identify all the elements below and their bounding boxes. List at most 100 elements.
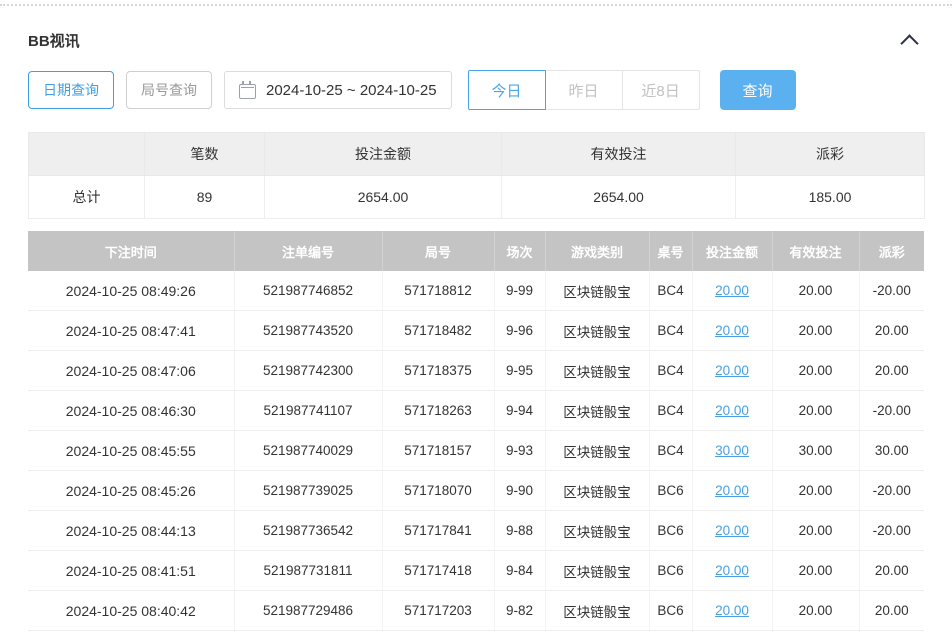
summary-header-bet-amount: 投注金额 xyxy=(265,133,502,176)
cell-session: 9-96 xyxy=(494,311,545,351)
cell-bet-time: 2024-10-25 08:49:26 xyxy=(28,271,234,311)
cell-bet-number: 521987739025 xyxy=(234,471,382,511)
collapse-chevron-icon[interactable] xyxy=(900,34,918,52)
search-button[interactable]: 查询 xyxy=(720,70,796,110)
summary-total-label: 总计 xyxy=(29,176,145,219)
cell-session: 9-88 xyxy=(494,511,545,551)
round-query-tab[interactable]: 局号查询 xyxy=(126,71,212,109)
header-valid-bet: 有效投注 xyxy=(772,231,859,271)
cell-bet-number: 521987742300 xyxy=(234,351,382,391)
cell-bet-number: 521987740029 xyxy=(234,431,382,471)
cell-bet-amount[interactable]: 20.00 xyxy=(692,351,772,391)
cell-bet-amount[interactable]: 20.00 xyxy=(692,551,772,591)
top-divider xyxy=(0,4,952,6)
table-row: 2024-10-25 08:45:26521987739025571718070… xyxy=(28,471,924,511)
cell-round-number: 571718812 xyxy=(382,271,494,311)
cell-session: 9-93 xyxy=(494,431,545,471)
summary-total-valid-bet: 2654.00 xyxy=(502,176,736,219)
bet-amount-link[interactable]: 20.00 xyxy=(715,563,749,578)
header-bet-number: 注单编号 xyxy=(234,231,382,271)
cell-bet-time: 2024-10-25 08:41:51 xyxy=(28,551,234,591)
table-row: 2024-10-25 08:47:41521987743520571718482… xyxy=(28,311,924,351)
cell-bet-amount[interactable]: 20.00 xyxy=(692,391,772,431)
cell-game-type: 区块链骰宝 xyxy=(545,591,649,631)
cell-bet-time: 2024-10-25 08:45:26 xyxy=(28,471,234,511)
cell-table-number: BC4 xyxy=(649,311,692,351)
cell-valid-bet: 20.00 xyxy=(772,311,859,351)
filter-bar: 日期查询 局号查询 2024-10-25 ~ 2024-10-25 今日 昨日 … xyxy=(28,70,924,110)
cell-session: 9-95 xyxy=(494,351,545,391)
summary-total-bet-amount: 2654.00 xyxy=(265,176,502,219)
bet-amount-link[interactable]: 30.00 xyxy=(715,443,749,458)
cell-payout: -20.00 xyxy=(859,511,924,551)
cell-round-number: 571718375 xyxy=(382,351,494,391)
cell-table-number: BC4 xyxy=(649,351,692,391)
bet-amount-link[interactable]: 20.00 xyxy=(715,283,749,298)
summary-total-row: 总计 89 2654.00 2654.00 185.00 xyxy=(29,176,925,219)
today-button[interactable]: 今日 xyxy=(468,70,546,110)
table-row: 2024-10-25 08:47:06521987742300571718375… xyxy=(28,351,924,391)
yesterday-button[interactable]: 昨日 xyxy=(545,70,623,110)
cell-bet-time: 2024-10-25 08:45:55 xyxy=(28,431,234,471)
cell-bet-amount[interactable]: 30.00 xyxy=(692,431,772,471)
bet-amount-link[interactable]: 20.00 xyxy=(715,403,749,418)
cell-bet-number: 521987746852 xyxy=(234,271,382,311)
cell-payout: 20.00 xyxy=(859,551,924,591)
header-bet-time: 下注时间 xyxy=(28,231,234,271)
records-header-row: 下注时间 注单编号 局号 场次 游戏类别 桌号 投注金额 有效投注 派彩 xyxy=(28,231,924,271)
table-row: 2024-10-25 08:41:51521987731811571717418… xyxy=(28,551,924,591)
cell-payout: 20.00 xyxy=(859,351,924,391)
cell-bet-time: 2024-10-25 08:47:06 xyxy=(28,351,234,391)
cell-round-number: 571718157 xyxy=(382,431,494,471)
bet-amount-link[interactable]: 20.00 xyxy=(715,603,749,618)
cell-bet-amount[interactable]: 20.00 xyxy=(692,511,772,551)
cell-payout: -20.00 xyxy=(859,391,924,431)
cell-valid-bet: 30.00 xyxy=(772,431,859,471)
summary-total-payout: 185.00 xyxy=(736,176,925,219)
date-query-tab[interactable]: 日期查询 xyxy=(28,71,114,109)
summary-header-payout: 派彩 xyxy=(736,133,925,176)
cell-table-number: BC4 xyxy=(649,391,692,431)
bet-amount-link[interactable]: 20.00 xyxy=(715,363,749,378)
bet-amount-link[interactable]: 20.00 xyxy=(715,483,749,498)
summary-header-blank xyxy=(29,133,145,176)
cell-bet-time: 2024-10-25 08:44:13 xyxy=(28,511,234,551)
table-row: 2024-10-25 08:49:26521987746852571718812… xyxy=(28,271,924,311)
records-panel: BB视讯 日期查询 局号查询 2024-10-25 ~ 2024-10-25 今… xyxy=(24,28,928,632)
cell-payout: 20.00 xyxy=(859,311,924,351)
cell-bet-time: 2024-10-25 08:40:42 xyxy=(28,591,234,631)
cell-bet-number: 521987743520 xyxy=(234,311,382,351)
bet-amount-link[interactable]: 20.00 xyxy=(715,523,749,538)
cell-valid-bet: 20.00 xyxy=(772,351,859,391)
cell-session: 9-82 xyxy=(494,591,545,631)
cell-round-number: 571717841 xyxy=(382,511,494,551)
cell-table-number: BC4 xyxy=(649,431,692,471)
cell-bet-amount[interactable]: 20.00 xyxy=(692,471,772,511)
table-row: 2024-10-25 08:46:30521987741107571718263… xyxy=(28,391,924,431)
panel-header: BB视讯 xyxy=(28,28,924,52)
cell-game-type: 区块链骰宝 xyxy=(545,551,649,591)
cell-bet-number: 521987731811 xyxy=(234,551,382,591)
cell-table-number: BC6 xyxy=(649,591,692,631)
records-table-body: 2024-10-25 08:49:26521987746852571718812… xyxy=(28,271,924,632)
header-game-type: 游戏类别 xyxy=(545,231,649,271)
cell-valid-bet: 20.00 xyxy=(772,271,859,311)
cell-bet-amount[interactable]: 20.00 xyxy=(692,311,772,351)
date-range-input[interactable]: 2024-10-25 ~ 2024-10-25 xyxy=(224,71,452,109)
cell-bet-amount[interactable]: 20.00 xyxy=(692,591,772,631)
cell-bet-time: 2024-10-25 08:46:30 xyxy=(28,391,234,431)
header-payout: 派彩 xyxy=(859,231,924,271)
cell-payout: -20.00 xyxy=(859,271,924,311)
date-range-value: 2024-10-25 ~ 2024-10-25 xyxy=(266,82,437,99)
last8days-button[interactable]: 近8日 xyxy=(622,70,700,110)
records-table: 下注时间 注单编号 局号 场次 游戏类别 桌号 投注金额 有效投注 派彩 202… xyxy=(28,231,924,632)
cell-bet-amount[interactable]: 20.00 xyxy=(692,271,772,311)
cell-payout: 20.00 xyxy=(859,591,924,631)
cell-valid-bet: 20.00 xyxy=(772,591,859,631)
cell-session: 9-90 xyxy=(494,471,545,511)
cell-valid-bet: 20.00 xyxy=(772,551,859,591)
bet-amount-link[interactable]: 20.00 xyxy=(715,323,749,338)
cell-bet-number: 521987736542 xyxy=(234,511,382,551)
table-row: 2024-10-25 08:45:55521987740029571718157… xyxy=(28,431,924,471)
cell-table-number: BC4 xyxy=(649,271,692,311)
